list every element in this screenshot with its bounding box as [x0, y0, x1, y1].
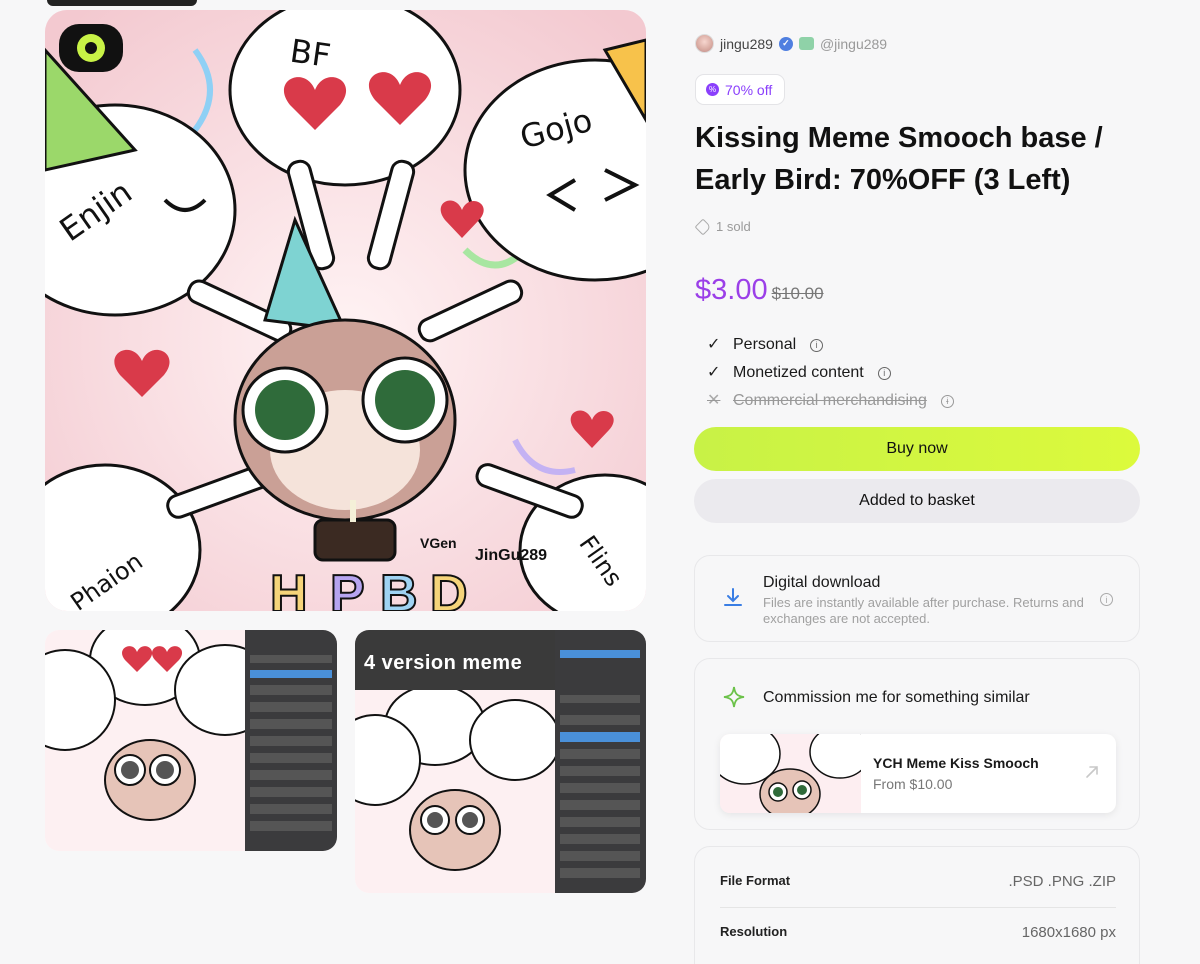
sparkle-icon	[723, 686, 745, 708]
discount-badge: % 70% off	[695, 74, 786, 105]
tag-icon	[694, 218, 712, 235]
ych-name[interactable]: YCH Meme Kiss Smooch	[873, 755, 1039, 771]
discount-label: 70% off	[725, 81, 773, 98]
added-to-basket-button[interactable]: Added to basket	[694, 479, 1140, 523]
commission-card: Commission me for something similar YCH …	[694, 658, 1140, 830]
thumbnail-banner: 4 version meme	[355, 630, 555, 690]
svg-text:D: D	[430, 565, 468, 611]
product-page: H P B D BF Gojo Enjin Flins Phaion VGen …	[0, 0, 1200, 964]
check-icon: ✓	[707, 364, 721, 381]
check-icon: ✓	[707, 336, 721, 353]
spec-key: File Format	[720, 873, 791, 888]
divider	[720, 907, 1116, 908]
license-label: Personal	[733, 336, 797, 353]
license-label: Monetized content	[733, 364, 864, 381]
verified-icon: ✓	[778, 36, 793, 51]
license-list: ✓ Personal i ✓ Monetized content i ✕ Com…	[707, 331, 954, 415]
info-icon[interactable]: i	[877, 366, 891, 380]
price-block: $3.00 $10.00	[695, 274, 824, 307]
product-main-image[interactable]: H P B D BF Gojo Enjin Flins Phaion VGen …	[45, 10, 646, 611]
svg-text:VGen: VGen	[420, 535, 457, 551]
svg-text:JinGu289: JinGu289	[475, 547, 547, 564]
top-nav-stub	[47, 0, 197, 6]
commission-title: Commission me for something similar	[763, 689, 1030, 706]
creator-avatar[interactable]	[695, 34, 714, 53]
license-personal: ✓ Personal i	[707, 331, 954, 359]
svg-text:B: B	[380, 565, 418, 611]
sold-label: 1 sold	[716, 219, 751, 234]
ych-price: From $10.00	[873, 776, 953, 792]
creator-name[interactable]: jingu289	[720, 36, 773, 52]
thumbnail-banner-text: 4 version meme	[364, 652, 523, 674]
digital-download-card: Digital download Files are instantly ava…	[694, 555, 1140, 642]
creator-badge-icon	[798, 37, 814, 50]
spec-value: .PSD .PNG .ZIP	[1008, 873, 1116, 890]
svg-text:P: P	[330, 565, 365, 611]
spec-value: 1680x1680 px	[1021, 924, 1116, 941]
spec-row-resolution: Resolution 1680x1680 px	[720, 924, 1116, 941]
creator-handle[interactable]: @jingu289	[820, 36, 887, 52]
buy-now-button[interactable]: Buy now	[694, 427, 1140, 471]
ych-listing-card[interactable]: YCH Meme Kiss Smooch From $10.00	[720, 734, 1116, 813]
svg-text:H: H	[270, 565, 308, 611]
gallery-thumbnail-1[interactable]	[45, 630, 337, 851]
sold-count: 1 sold	[694, 218, 751, 235]
product-title: Kissing Meme Smooch base / Early Bird: 7…	[695, 122, 1103, 196]
license-label: Commercial merchandising	[733, 392, 927, 409]
creator-info[interactable]: jingu289 ✓ @jingu289	[695, 34, 887, 53]
download-title: Digital download	[763, 574, 881, 591]
spec-key: Resolution	[720, 924, 788, 939]
info-icon[interactable]: i	[810, 338, 824, 352]
thumbnail-1-image	[45, 630, 337, 851]
download-description: Files are instantly available after purc…	[763, 595, 1084, 626]
license-commercial: ✕ Commercial merchandising i	[707, 387, 954, 415]
info-icon[interactable]: i	[940, 394, 954, 408]
original-price: $10.00	[771, 284, 824, 303]
arrow-up-right-icon[interactable]	[1084, 764, 1100, 780]
spec-row-file-format: File Format .PSD .PNG .ZIP	[720, 873, 1116, 890]
ych-thumbnail	[720, 734, 871, 813]
gallery-thumbnail-2[interactable]: 4 version meme	[355, 630, 646, 893]
license-monetized: ✓ Monetized content i	[707, 359, 954, 387]
svg-text:BF: BF	[288, 32, 333, 75]
hero-illustration: H P B D BF Gojo Enjin Flins Phaion VGen …	[45, 10, 646, 611]
download-icon	[724, 588, 742, 606]
percent-icon: %	[706, 83, 719, 96]
current-price: $3.00	[695, 274, 768, 306]
file-specs-card: File Format .PSD .PNG .ZIP Resolution 16…	[694, 846, 1140, 964]
x-icon: ✕	[707, 392, 721, 409]
info-icon[interactable]: i	[1100, 593, 1113, 606]
